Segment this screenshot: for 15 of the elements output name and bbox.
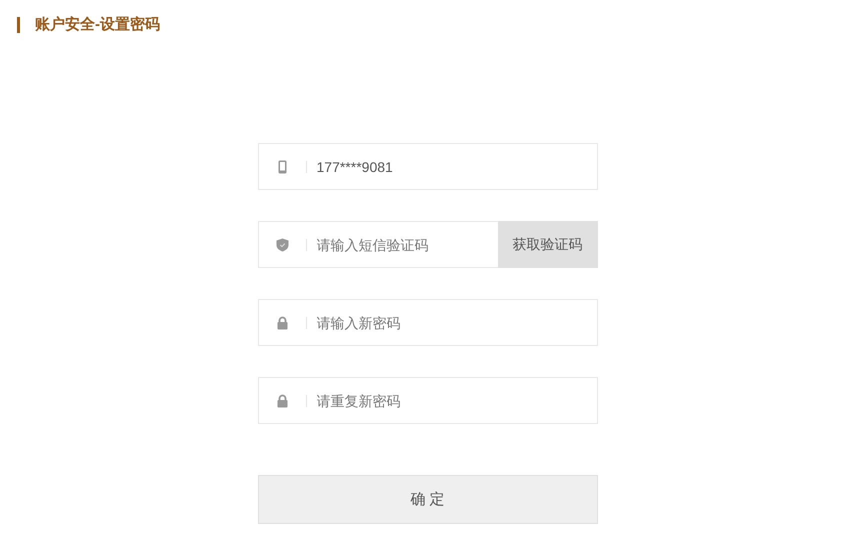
input-field[interactable]: 177****9081 [258,143,598,190]
input-field[interactable]: 请重复新密码 [258,377,598,424]
text-input[interactable]: 请输入短信验证码 [316,236,498,252]
text-input[interactable]: 177****9081 [316,158,596,174]
shield-icon [276,238,288,252]
lock-icon [276,394,288,408]
page-title: 账户安全-设置密码 [35,16,160,34]
text-input[interactable]: 请重复新密码 [316,392,596,408]
text-input[interactable]: 请输入新密码 [316,314,596,330]
phone-icon [276,160,288,174]
lock-icon [276,316,288,330]
get-code-button[interactable]: 获取验证码 [498,221,598,268]
input-field[interactable]: 请输入短信验证码 [258,221,498,268]
input-field[interactable]: 请输入新密码 [258,299,598,346]
confirm-button[interactable]: 确 定 [258,475,598,524]
